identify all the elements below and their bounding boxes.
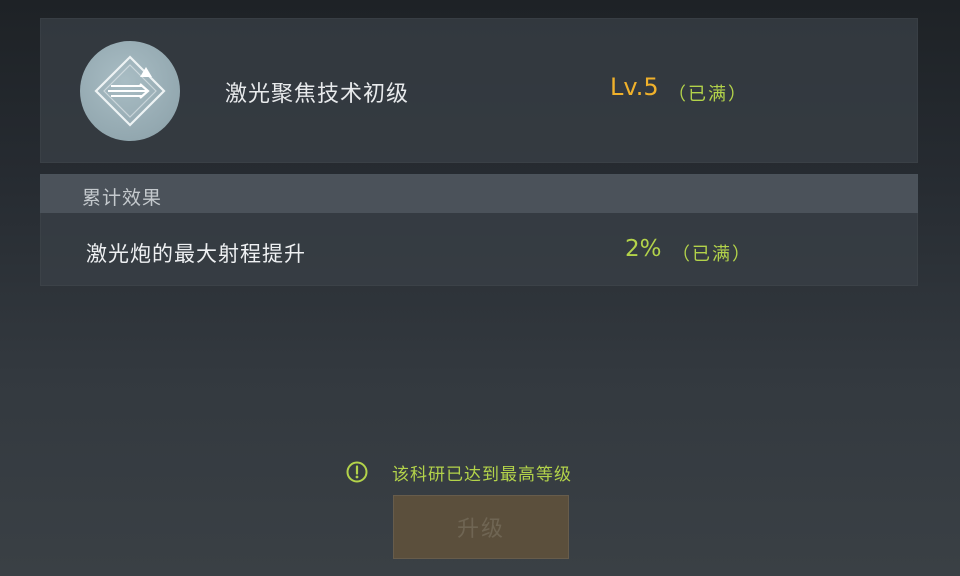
laser-focus-icon xyxy=(80,41,180,141)
tech-max-status: （已满） xyxy=(668,84,748,105)
effect-label: 激光炮的最大射程提升 xyxy=(86,242,306,266)
effects-header-label: 累计效果 xyxy=(82,187,163,209)
upgrade-button[interactable]: 升级 xyxy=(393,495,569,559)
effect-value: 2% xyxy=(625,236,662,262)
cumulative-effects-panel: 累计效果 激光炮的最大射程提升 2% （已满） xyxy=(40,174,918,286)
max-level-notice: 该科研已达到最高等级 xyxy=(346,458,572,486)
effects-header: 累计效果 xyxy=(40,174,918,213)
tech-name: 激光聚焦技术初级 xyxy=(225,82,410,107)
tech-level: Lv.5 xyxy=(610,73,659,101)
upgrade-button-label: 升级 xyxy=(456,517,505,542)
effect-max-status: （已满） xyxy=(672,244,752,265)
tech-card: 激光聚焦技术初级 Lv.5 （已满） xyxy=(40,18,918,163)
exclamation-circle-icon xyxy=(346,461,368,483)
notice-text: 该科研已达到最高等级 xyxy=(392,464,572,485)
